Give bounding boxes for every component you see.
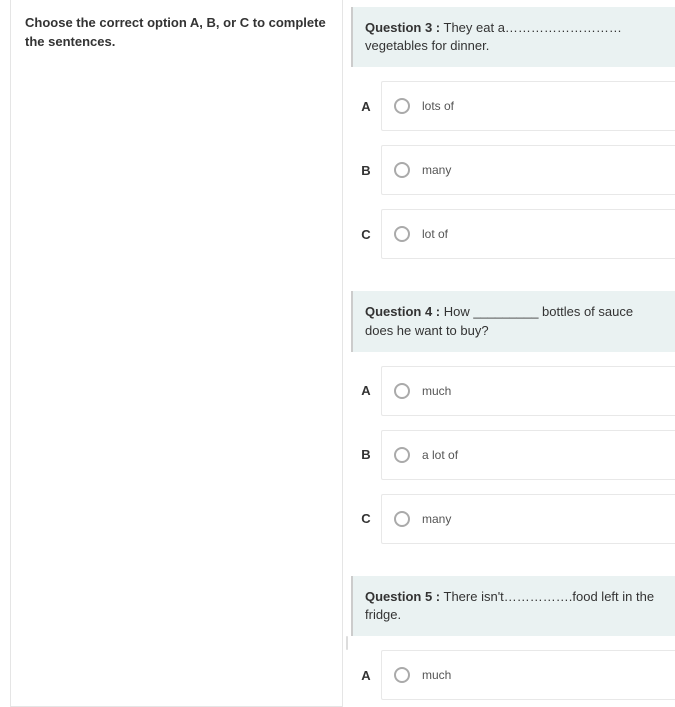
question-header: Question 5 : There isn't…………….food left …	[351, 576, 675, 636]
option-box[interactable]: much	[381, 650, 675, 700]
option-text: much	[422, 384, 451, 398]
radio-icon[interactable]	[394, 226, 410, 242]
question-header: Question 3 : They eat a………………………vegetabl…	[351, 7, 675, 67]
question-number: Question 5 :	[365, 589, 440, 604]
question-number: Question 4 :	[365, 304, 440, 319]
option-row: A lots of	[351, 79, 675, 133]
questions-panel: Question 3 : They eat a………………………vegetabl…	[351, 0, 675, 707]
option-text: a lot of	[422, 448, 458, 462]
radio-icon[interactable]	[394, 447, 410, 463]
option-letter: B	[351, 447, 381, 462]
option-letter: B	[351, 163, 381, 178]
option-box[interactable]: a lot of	[381, 430, 675, 480]
question-header: Question 4 : How _________ bottles of sa…	[351, 291, 675, 351]
option-text: lot of	[422, 227, 448, 241]
option-letter: C	[351, 227, 381, 242]
grip-icon	[346, 636, 348, 650]
option-letter: A	[351, 383, 381, 398]
option-letter: A	[351, 668, 381, 683]
question-block: Question 3 : They eat a………………………vegetabl…	[351, 7, 675, 261]
option-row: A much	[351, 364, 675, 418]
option-letter: A	[351, 99, 381, 114]
option-row: C lot of	[351, 207, 675, 261]
option-row: A much	[351, 648, 675, 702]
option-box[interactable]: many	[381, 494, 675, 544]
option-letter: C	[351, 511, 381, 526]
option-text: many	[422, 163, 451, 177]
pane-divider[interactable]	[343, 0, 351, 707]
radio-icon[interactable]	[394, 667, 410, 683]
option-box[interactable]: lots of	[381, 81, 675, 131]
question-block: Question 5 : There isn't…………….food left …	[351, 576, 675, 707]
instructions-panel: Choose the correct option A, B, or C to …	[10, 0, 343, 707]
option-box[interactable]: lot of	[381, 209, 675, 259]
option-row: B a lot of	[351, 428, 675, 482]
option-text: many	[422, 512, 451, 526]
instructions-text: Choose the correct option A, B, or C to …	[25, 14, 328, 52]
question-number: Question 3 :	[365, 20, 440, 35]
options-list: A much B lot C	[351, 636, 675, 707]
radio-icon[interactable]	[394, 511, 410, 527]
option-box[interactable]: many	[381, 145, 675, 195]
radio-icon[interactable]	[394, 98, 410, 114]
option-text: lots of	[422, 99, 454, 113]
option-row: B many	[351, 143, 675, 197]
layout: Choose the correct option A, B, or C to …	[0, 0, 675, 707]
options-list: A lots of B many C	[351, 67, 675, 261]
option-box[interactable]: much	[381, 366, 675, 416]
option-row: C many	[351, 492, 675, 546]
option-text: much	[422, 668, 451, 682]
options-list: A much B a lot of C	[351, 352, 675, 546]
radio-icon[interactable]	[394, 383, 410, 399]
radio-icon[interactable]	[394, 162, 410, 178]
question-block: Question 4 : How _________ bottles of sa…	[351, 291, 675, 545]
